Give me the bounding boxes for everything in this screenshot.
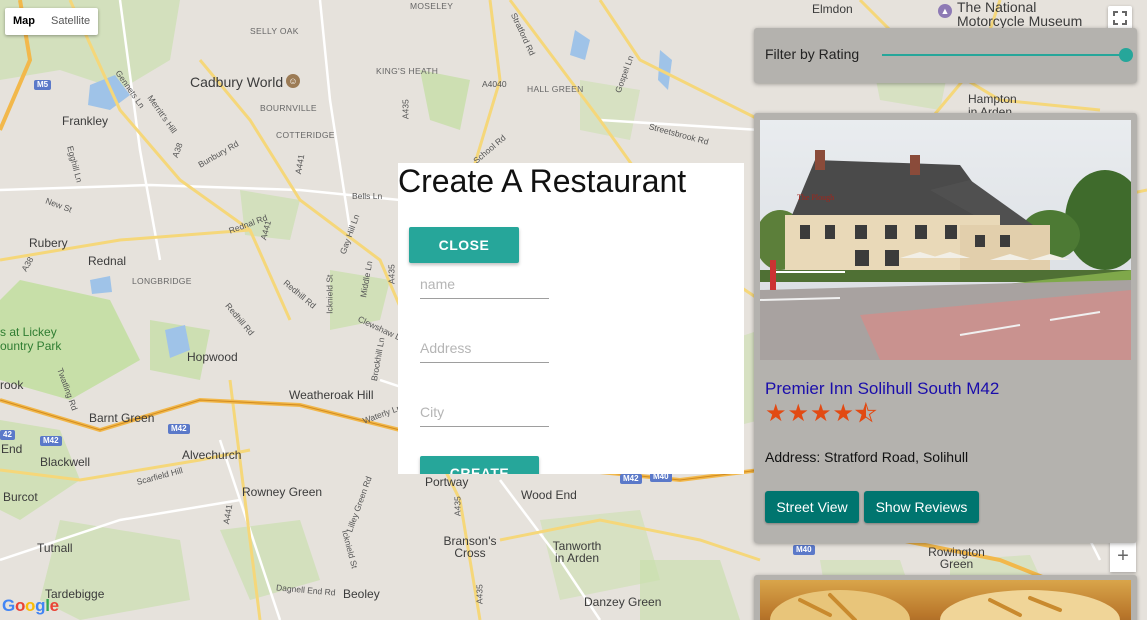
star-half-icon: ★: [855, 400, 877, 427]
map-label: Rowney Green: [242, 485, 323, 499]
map-label: Tanworth in Arden: [552, 539, 602, 565]
address-input[interactable]: [420, 333, 549, 362]
filter-label: Filter by Rating: [765, 46, 860, 62]
name-input[interactable]: [420, 269, 549, 298]
map-label: COTTERIDGE: [276, 130, 335, 140]
map-label: End: [1, 442, 23, 456]
map-type-map-button[interactable]: Map: [5, 8, 43, 35]
map-label: Burcot: [3, 490, 38, 504]
address-field[interactable]: [420, 333, 549, 363]
city-field[interactable]: [420, 397, 549, 427]
map-label: Branson's Cross: [443, 534, 497, 560]
rating-stars: ★ ★ ★ ★ ★: [765, 400, 878, 427]
map-label: KING'S HEATH: [376, 66, 439, 76]
google-logo: Google: [2, 596, 59, 615]
map-label: Rubery: [29, 236, 68, 250]
star-full-icon: ★: [765, 400, 787, 427]
map-label: Barnt Green: [89, 411, 155, 425]
map-label: Danzey Green: [584, 595, 662, 609]
restaurant-photo: [760, 580, 1131, 620]
map-label: MOSELEY: [410, 1, 454, 11]
museum-icon: ▲: [938, 4, 952, 18]
photo-sign: The Plough: [797, 193, 834, 202]
map-label: Beoley: [343, 587, 380, 601]
attraction-icon: ☺: [286, 74, 300, 88]
motorway-shield: M42: [40, 436, 62, 446]
map-label: Elmdon: [812, 2, 853, 16]
road-label: Icknield St: [324, 274, 335, 314]
show-reviews-button[interactable]: Show Reviews: [864, 491, 979, 523]
street-view-button[interactable]: Street View: [765, 491, 859, 523]
map-label: Tutnall: [37, 541, 73, 555]
map-label-museum: The National Motorcycle Museum: [957, 0, 1083, 29]
map-label: HALL GREEN: [527, 84, 584, 94]
map-label: Wood End: [521, 488, 577, 502]
map-label: Blackwell: [40, 455, 91, 469]
road-label: A435: [474, 584, 485, 605]
slider-thumb[interactable]: [1119, 48, 1133, 62]
map-label: Weatheroak Hill: [289, 388, 374, 402]
map-label: Portway: [425, 475, 469, 489]
map-label: Alvechurch: [182, 448, 242, 462]
road-label: A435: [400, 99, 411, 120]
map-type-control: Map Satellite: [5, 8, 99, 35]
map-label-park: ountry Park: [0, 339, 62, 353]
star-full-icon: ★: [787, 400, 810, 427]
motorway-shield: 42: [0, 430, 15, 440]
modal-title: Create A Restaurant: [398, 163, 687, 199]
city-input[interactable]: [420, 397, 549, 426]
map-label: Hopwood: [187, 350, 238, 364]
motorway-shield: M40: [793, 545, 815, 555]
motorway-shield: M5: [34, 80, 52, 90]
map-label: rook: [0, 378, 24, 392]
restaurant-card: The Plough Premier Inn Solihull South M4: [754, 113, 1137, 543]
restaurant-photo: The Plough: [760, 120, 1131, 360]
map-label: LONGBRIDGE: [132, 276, 192, 286]
road-label: A4040: [482, 79, 507, 89]
map-label-park: s at Lickey: [0, 325, 57, 339]
road-label: A435: [452, 496, 463, 517]
map-label: Rednal: [88, 254, 127, 268]
map-label: BOURNVILLE: [260, 103, 317, 113]
road-label: Bells Ln: [352, 191, 383, 201]
fullscreen-icon: [1113, 11, 1127, 25]
motorway-shield: M42: [620, 474, 642, 484]
road-label: A435: [386, 264, 397, 285]
map-label-cadbury-world: Cadbury World: [190, 74, 284, 90]
create-restaurant-modal: Create A Restaurant CLOSE CREATE: [398, 163, 744, 474]
star-full-icon: ★: [832, 400, 855, 427]
motorway-shield: M42: [168, 424, 190, 434]
map-label: SELLY OAK: [250, 26, 299, 36]
slider-fill: [882, 54, 1126, 56]
zoom-in-button[interactable]: +: [1110, 542, 1136, 572]
restaurant-name-link[interactable]: Premier Inn Solihull South M42: [765, 379, 999, 399]
map-label: Frankley: [62, 114, 109, 128]
rating-slider[interactable]: [882, 48, 1133, 62]
close-button[interactable]: CLOSE: [409, 227, 519, 263]
map-label: Rowington Green: [928, 545, 985, 571]
map-type-satellite-button[interactable]: Satellite: [43, 8, 98, 35]
restaurant-card: [754, 575, 1137, 620]
rating-filter: Filter by Rating: [754, 28, 1137, 83]
create-button[interactable]: CREATE: [420, 456, 539, 474]
restaurant-address: Address: Stratford Road, Solihull: [765, 449, 969, 465]
name-field[interactable]: [420, 269, 549, 299]
fullscreen-button[interactable]: [1108, 6, 1132, 30]
star-full-icon: ★: [810, 400, 832, 427]
